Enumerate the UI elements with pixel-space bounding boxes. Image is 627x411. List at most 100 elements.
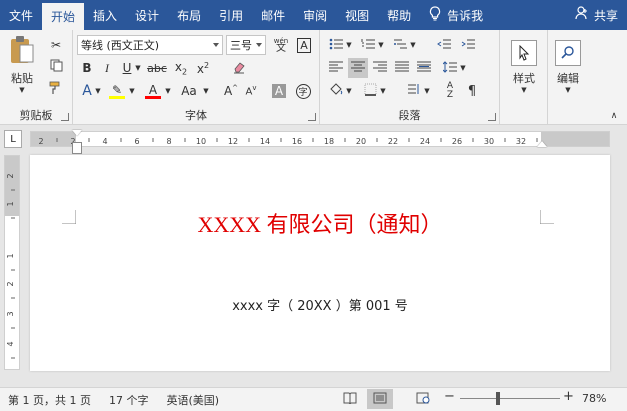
language-indicator[interactable]: 英语(美国) [166,392,219,408]
increase-indent-button[interactable] [458,35,478,55]
underline-dropdown[interactable]: ▼ [133,58,143,78]
zoom-percent[interactable]: 78% [582,392,606,405]
change-case-button[interactable]: Aa [177,81,201,101]
grow-font-button[interactable]: A^ [221,81,241,101]
document-title[interactable]: XXXX 有限公司（通知） [30,207,610,239]
line-spacing-button[interactable] [440,58,460,78]
styles-button[interactable]: 样式 ▼ [506,34,542,100]
bold-button[interactable]: B [77,58,97,78]
sort-z: Z [446,90,454,100]
chinese-layout-dropdown[interactable]: ▼ [422,81,432,101]
zoom-out-button[interactable]: − [444,389,455,404]
vruler-tick-label: 1 [6,253,15,258]
font-color-button[interactable]: A [143,81,163,101]
tab-layout[interactable]: 布局 [168,0,210,30]
editing-button[interactable]: 编辑 ▼ [552,34,584,100]
justify-button[interactable] [392,58,412,78]
distributed-button[interactable] [414,58,434,78]
align-left-icon [329,61,343,76]
shrink-font-button[interactable]: Av [241,81,261,101]
first-line-indent-marker[interactable] [72,130,82,136]
font-launcher-icon[interactable] [308,113,316,121]
print-layout-button[interactable] [367,389,393,409]
right-indent-marker[interactable] [537,141,547,147]
tab-design[interactable]: 设计 [126,0,168,30]
char-shading-button[interactable]: A [269,81,289,101]
decrease-indent-button[interactable] [434,35,454,55]
chinese-layout-button[interactable] [404,81,424,101]
tab-selector[interactable]: L [4,130,22,148]
chevron-down-icon: ▼ [565,86,571,94]
bullets-button[interactable] [326,35,346,55]
page-count[interactable]: 第 1 页，共 1 页 [8,392,91,408]
share-button[interactable]: 共享 [566,0,627,30]
tab-insert[interactable]: 插入 [84,0,126,30]
horizontal-ruler[interactable]: 224681012141618202224263032 [30,130,610,147]
tab-references[interactable]: 引用 [210,0,252,30]
align-right-button[interactable] [370,58,390,78]
font-color-dropdown[interactable]: ▼ [163,81,173,101]
status-bar: 第 1 页，共 1 页 17 个字 英语(美国) [0,387,627,411]
clear-format-button[interactable] [229,58,249,78]
web-layout-button[interactable] [410,389,436,409]
paragraph-launcher-icon[interactable] [488,113,496,121]
font-size-combo[interactable]: 三号 [226,35,266,55]
vertical-scrollbar[interactable] [612,155,626,371]
copy-button[interactable] [46,57,66,77]
zoom-slider-thumb[interactable] [495,392,500,405]
enclose-char-button[interactable]: 字 [293,81,313,101]
numbering-dropdown[interactable]: ▼ [376,35,386,55]
multilevel-list-button[interactable] [390,35,410,55]
ruler-tick-label: 32 [516,137,526,146]
multilevel-dropdown[interactable]: ▼ [408,35,418,55]
vruler-tick-label: 1 [6,201,15,206]
phonetic-guide-button[interactable]: wén 文 [271,35,291,55]
line-spacing-dropdown[interactable]: ▼ [458,58,468,78]
document-number[interactable]: xxxx 字（ 20XX ）第 001 号 [30,295,610,314]
italic-button[interactable]: I [97,58,117,78]
change-case-dropdown[interactable]: ▼ [201,81,211,101]
sort-button[interactable]: AZ [440,81,460,101]
highlight-dropdown[interactable]: ▼ [127,81,137,101]
format-painter-button[interactable] [46,79,66,99]
left-indent-marker[interactable] [72,142,82,154]
tab-review[interactable]: 审阅 [294,0,336,30]
paste-button[interactable]: 粘贴 ▼ [4,34,40,94]
borders-dropdown[interactable]: ▼ [378,81,388,101]
align-center-button[interactable] [348,58,368,78]
ruler-tick-label: 18 [324,137,334,146]
show-marks-button[interactable]: ¶ [462,81,482,101]
tab-help[interactable]: 帮助 [378,0,420,30]
strikethrough-button[interactable]: abc [145,58,169,78]
cut-button[interactable]: ✂ [46,35,66,55]
chevron-down-icon: ▼ [346,41,352,49]
tab-label: 审阅 [303,8,328,23]
shading-dropdown[interactable]: ▼ [344,81,354,101]
word-count[interactable]: 17 个字 [109,392,149,408]
zoom-in-button[interactable]: + [563,389,574,404]
vertical-ruler[interactable]: 2 1 1 2 3 4 [4,155,20,370]
borders-button[interactable] [360,81,380,101]
shading-button[interactable] [326,81,346,101]
align-left-button[interactable] [326,58,346,78]
highlight-button[interactable]: ✎ [107,81,127,101]
superscript-button[interactable]: x2 [193,58,213,78]
clipboard-launcher-icon[interactable] [61,113,69,121]
read-mode-button[interactable] [337,389,363,409]
zoom-slider-track[interactable] [460,398,560,399]
font-name-combo[interactable]: 等线 (西文正文) [77,35,223,55]
char-border-button[interactable]: A [294,35,314,55]
document-page[interactable]: XXXX 有限公司（通知） xxxx 字（ 20XX ）第 001 号 [30,155,610,371]
tell-me-button[interactable]: 告诉我 [420,0,492,30]
subscript-button[interactable]: x2 [171,58,191,78]
numbering-button[interactable] [358,35,378,55]
tab-file[interactable]: 文件 [0,0,42,30]
collapse-ribbon-button[interactable]: ∧ [604,106,624,126]
tab-mailings[interactable]: 邮件 [252,0,294,30]
bullets-dropdown[interactable]: ▼ [344,35,354,55]
text-effects-dropdown[interactable]: ▼ [93,81,103,101]
tab-view[interactable]: 视图 [336,0,378,30]
superscript-icon: x2 [196,60,210,76]
tab-home[interactable]: 开始 [42,3,85,30]
font-color-bar [145,95,161,99]
